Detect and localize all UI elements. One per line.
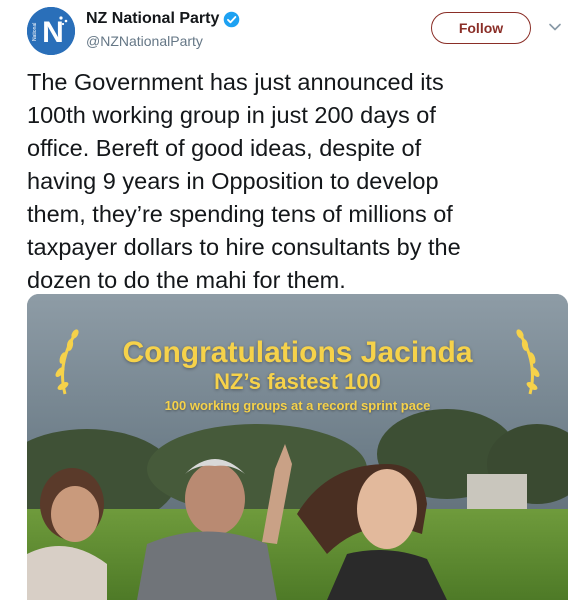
chevron-down-icon[interactable] bbox=[548, 20, 562, 34]
follow-button[interactable]: Follow bbox=[431, 12, 531, 44]
account-handle[interactable]: @NZNationalParty bbox=[86, 33, 203, 49]
tweet-line: 100th working group in just 200 days of bbox=[27, 102, 436, 128]
display-name[interactable]: NZ National Party bbox=[86, 10, 219, 28]
tweet-media-image[interactable]: Congratulations Jacinda NZ’s fastest 100… bbox=[27, 294, 568, 600]
media-caption: 100 working groups at a record sprint pa… bbox=[164, 398, 431, 413]
tweet-line: them, they’re spending tens of millions … bbox=[27, 201, 453, 227]
tweet-line: taxpayer dollars to hire consultants by … bbox=[27, 234, 461, 260]
tweet-line: having 9 years in Opposition to develop bbox=[27, 168, 439, 194]
name-row: NZ National Party bbox=[86, 10, 240, 28]
avatar-word: National bbox=[32, 23, 38, 41]
avatar[interactable]: N National bbox=[27, 7, 75, 55]
national-logo-icon: N National bbox=[27, 7, 75, 55]
avatar-letter: N bbox=[42, 16, 64, 49]
media-subheadline: NZ’s fastest 100 bbox=[214, 369, 381, 394]
tweet-line: office. Bereft of good ideas, despite of bbox=[27, 135, 422, 161]
tweet-text: The Government has just announced its 10… bbox=[27, 66, 567, 297]
tweet-line: The Government has just announced its bbox=[27, 69, 444, 95]
media-headline: Congratulations Jacinda bbox=[122, 336, 473, 369]
tweet-line: dozen to do the mahi for them. bbox=[27, 267, 346, 293]
verified-badge-icon bbox=[223, 11, 240, 28]
tweet-header: N National NZ National Party @NZNational… bbox=[0, 0, 581, 66]
